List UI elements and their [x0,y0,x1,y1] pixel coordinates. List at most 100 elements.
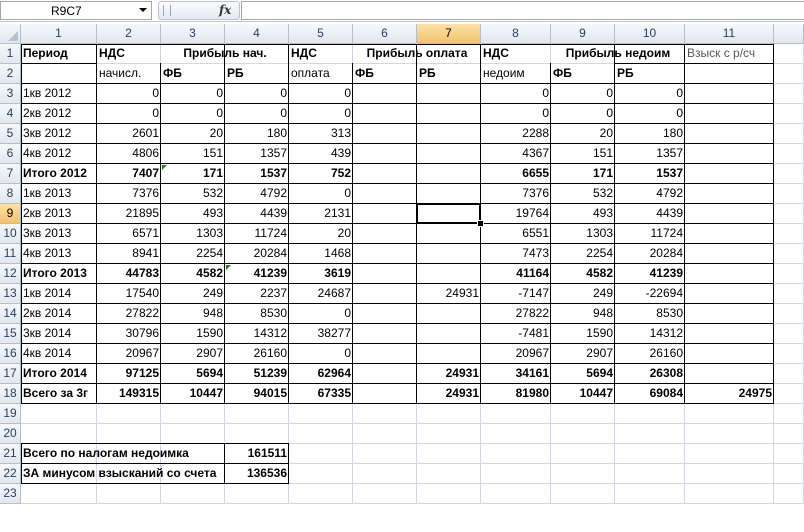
row-header[interactable]: 14 [0,304,21,324]
cell[interactable] [97,404,161,424]
cell[interactable] [353,444,417,464]
cell[interactable] [161,404,225,424]
column-header[interactable]: 11 [685,24,774,44]
cell[interactable] [774,144,804,164]
cell[interactable] [685,364,774,384]
cell[interactable] [353,164,417,184]
cell[interactable] [685,304,774,324]
cell[interactable] [685,424,774,444]
cell[interactable] [161,484,225,504]
cell[interactable] [353,224,417,244]
cell[interactable] [353,84,417,104]
cell[interactable] [774,244,804,264]
cell[interactable] [685,264,774,284]
cell[interactable] [353,244,417,264]
cell[interactable] [774,384,804,404]
row-header[interactable]: 16 [0,344,21,364]
cell[interactable] [417,424,481,444]
cell[interactable] [685,104,774,124]
cell[interactable] [97,424,161,444]
cell[interactable] [353,464,417,484]
cell[interactable] [774,344,804,364]
cell[interactable] [97,484,161,504]
cell[interactable] [685,244,774,264]
cell[interactable] [481,404,551,424]
cell[interactable] [685,404,774,424]
cell[interactable] [774,444,804,464]
cell[interactable] [774,484,804,504]
cell[interactable] [21,404,97,424]
cell[interactable] [685,284,774,304]
cell[interactable] [615,484,685,504]
cell[interactable] [417,184,481,204]
row-header[interactable]: 19 [0,404,21,424]
cell[interactable] [774,84,804,104]
cell[interactable] [481,444,551,464]
cell[interactable] [774,184,804,204]
row-header[interactable]: 21 [0,444,21,464]
cell[interactable] [685,164,774,184]
row-header[interactable]: 18 [0,384,21,404]
cell[interactable] [225,484,289,504]
cell[interactable] [774,224,804,244]
cell[interactable] [685,344,774,364]
column-header[interactable]: 2 [97,24,161,44]
cell[interactable] [481,484,551,504]
cell[interactable] [774,304,804,324]
cell[interactable] [551,404,615,424]
cell[interactable] [21,424,97,444]
column-header[interactable]: 6 [353,24,417,44]
cell[interactable] [21,484,97,504]
column-header[interactable]: 3 [161,24,225,44]
cell[interactable] [685,484,774,504]
row-header[interactable]: 7 [0,164,21,184]
cell[interactable] [774,104,804,124]
row-header[interactable]: 13 [0,284,21,304]
row-header[interactable]: 15 [0,324,21,344]
cell[interactable] [21,64,97,84]
cell[interactable] [774,204,804,224]
cell[interactable] [417,344,481,364]
cell[interactable] [289,404,353,424]
row-header[interactable]: 22 [0,464,21,484]
column-header[interactable]: 8 [481,24,551,44]
cell[interactable] [289,424,353,444]
cell[interactable] [353,424,417,444]
cell[interactable] [417,244,481,264]
cell[interactable] [551,464,615,484]
row-header[interactable]: 10 [0,224,21,244]
cell[interactable] [615,404,685,424]
cell[interactable] [774,324,804,344]
cell[interactable] [353,264,417,284]
cell[interactable] [353,284,417,304]
cell[interactable] [615,444,685,464]
cell[interactable] [353,364,417,384]
cell[interactable] [685,224,774,244]
cell[interactable] [685,184,774,204]
cell[interactable] [353,204,417,224]
row-header[interactable]: 11 [0,244,21,264]
cell[interactable] [417,84,481,104]
cell[interactable] [353,344,417,364]
cell[interactable] [774,284,804,304]
cell[interactable] [615,424,685,444]
column-header[interactable]: 4 [225,24,289,44]
row-header[interactable]: 17 [0,364,21,384]
column-header[interactable]: 1 [21,24,97,44]
cell[interactable] [353,484,417,504]
cell[interactable] [225,424,289,444]
insert-function-icon[interactable]: fx [219,3,231,17]
cell[interactable] [774,164,804,184]
cell[interactable] [417,304,481,324]
cell[interactable] [417,144,481,164]
cell[interactable] [417,404,481,424]
cell[interactable] [551,484,615,504]
cell[interactable] [685,124,774,144]
cell[interactable] [353,144,417,164]
cell[interactable] [774,464,804,484]
row-header[interactable]: 3 [0,84,21,104]
cell[interactable] [417,484,481,504]
cell[interactable] [417,444,481,464]
cell[interactable] [551,444,615,464]
error-indicator-icon[interactable] [162,165,167,170]
